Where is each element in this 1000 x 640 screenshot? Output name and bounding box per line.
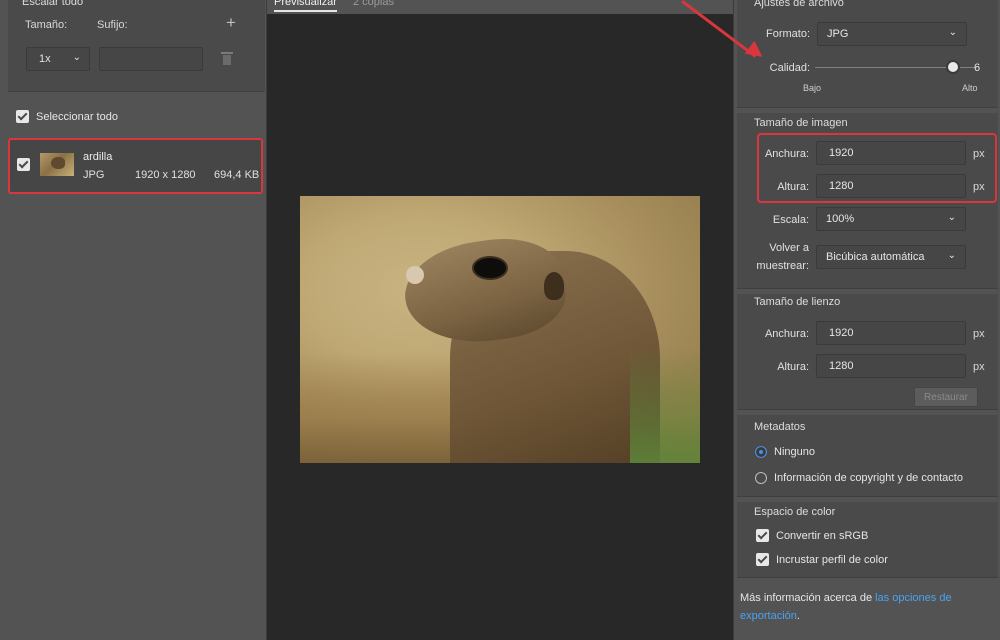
preview-tabs: Previsualizar 2 copias [267, 0, 733, 14]
asset-thumbnail [40, 153, 74, 176]
chevron-down-icon: ⌄ [72, 52, 81, 63]
format-label: Formato: [765, 28, 810, 40]
suffix-label: Sufijo: [97, 19, 128, 31]
canvas-height-label: Altura: [777, 361, 809, 373]
convert-srgb-label: Convertir en sRGB [776, 530, 869, 542]
settings-panel: Ajustes de archivo Formato: JPG ⌄ Calida… [733, 0, 1000, 640]
restore-button[interactable]: Restaurar [914, 387, 978, 407]
metadata-section: Metadatos Ninguno Información de copyrig… [737, 415, 998, 497]
embed-profile-label: Incrustar perfil de color [776, 554, 888, 566]
image-size-highlight [757, 133, 997, 203]
resample-select[interactable]: Bicúbica automática ⌄ [816, 245, 966, 269]
color-space-title: Espacio de color [754, 506, 836, 518]
asset-name: ardilla [83, 151, 113, 163]
select-all-row[interactable]: Seleccionar todo [8, 100, 265, 132]
quality-value: 6 [974, 62, 981, 74]
tab-preview[interactable]: Previsualizar [274, 0, 337, 12]
scale-select[interactable]: 1x ⌄ [26, 47, 90, 71]
resample-label-1: Volver a [769, 242, 809, 254]
scale-all-section: Escalar todo Tamaño: Sufijo: + 1x ⌄ [8, 0, 265, 92]
asset-dimensions: 1920 x 1280 [135, 169, 196, 181]
asset-checkbox[interactable] [17, 158, 30, 171]
footer-text: Más información acerca de [740, 592, 876, 604]
chevron-down-icon: ⌄ [947, 250, 956, 261]
select-all-label: Seleccionar todo [36, 111, 118, 123]
chevron-down-icon: ⌄ [947, 212, 956, 223]
preview-area: Previsualizar 2 copias [267, 0, 733, 640]
assets-panel: Escalar todo Tamaño: Sufijo: + 1x ⌄ Sele… [0, 0, 267, 640]
resample-value: Bicúbica automática [826, 251, 925, 263]
metadata-copyright-label: Información de copyright y de contacto [774, 472, 963, 484]
asset-size: 694,4 KB [214, 169, 260, 181]
metadata-title: Metadatos [754, 421, 806, 433]
file-settings-title: Ajustes de archivo [754, 0, 844, 9]
image-size-title: Tamaño de imagen [754, 117, 848, 129]
size-label: Tamaño: [25, 19, 68, 31]
quality-slider-knob[interactable] [945, 60, 960, 74]
footer-info: Más información acerca de las opciones d… [740, 589, 990, 625]
chevron-down-icon: ⌄ [948, 27, 957, 38]
canvas-height-input[interactable]: 1280 [816, 354, 966, 378]
metadata-none-label: Ninguno [774, 446, 815, 458]
select-all-checkbox[interactable] [16, 110, 29, 123]
color-space-section: Espacio de color Convertir en sRGB Incru… [737, 502, 998, 578]
scale-label: Escala: [772, 214, 809, 226]
canvas-width-input[interactable]: 1920 [816, 321, 966, 345]
resample-label-2: muestrear: [756, 260, 809, 272]
scale-select-value: 1x [39, 53, 51, 65]
convert-srgb-checkbox[interactable] [756, 529, 769, 542]
canvas-width-label: Anchura: [764, 328, 809, 340]
footer-end: . [796, 610, 800, 622]
suffix-input[interactable] [99, 47, 203, 71]
trash-icon[interactable] [221, 50, 233, 65]
file-settings-section: Ajustes de archivo Formato: JPG ⌄ Calida… [737, 0, 998, 108]
quality-label: Calidad: [769, 62, 810, 74]
format-select[interactable]: JPG ⌄ [817, 22, 967, 46]
metadata-none-radio[interactable] [755, 446, 767, 458]
asset-row[interactable]: ardilla JPG 1920 x 1280 694,4 KB [8, 138, 263, 194]
embed-profile-checkbox[interactable] [756, 553, 769, 566]
image-scale-select[interactable]: 100% ⌄ [816, 207, 966, 231]
canvas-width-unit: px [973, 328, 985, 340]
asset-format: JPG [83, 169, 105, 181]
quality-high-label: Alto [962, 83, 978, 93]
quality-low-label: Bajo [803, 83, 822, 93]
tab-copies[interactable]: 2 copias [353, 0, 394, 8]
metadata-copyright-radio[interactable] [755, 472, 767, 484]
canvas-size-title: Tamaño de lienzo [754, 296, 841, 308]
plus-icon[interactable]: + [226, 14, 236, 31]
canvas-height-unit: px [973, 361, 985, 373]
scale-all-title: Escalar todo [22, 0, 84, 8]
format-select-value: JPG [827, 28, 849, 40]
image-scale-value: 100% [826, 213, 855, 225]
preview-image [300, 196, 700, 463]
